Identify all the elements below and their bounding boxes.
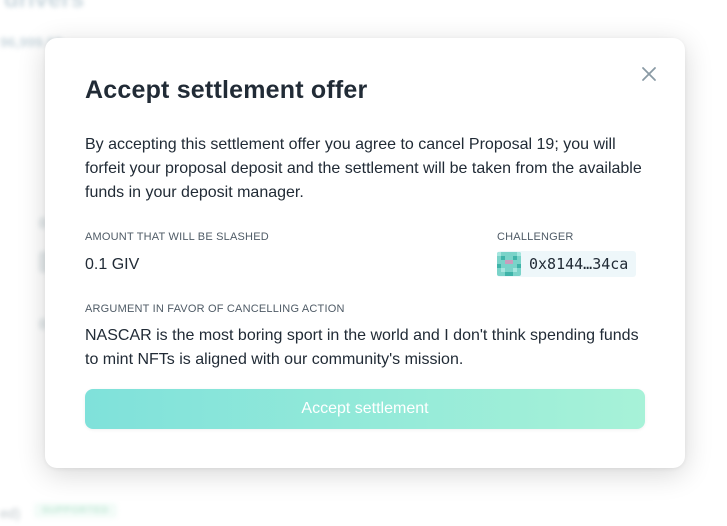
close-icon (642, 67, 656, 81)
amount-label: AMOUNT THAT WILL BE SLASHED (85, 231, 269, 243)
argument-label: ARGUMENT IN FAVOR OF CANCELLING ACTION (85, 303, 345, 315)
accept-settlement-button[interactable]: Accept settlement (85, 389, 645, 429)
amount-value: 0.1 GIV (85, 256, 140, 273)
modal-description: By accepting this settlement offer you a… (85, 136, 642, 201)
background-status-badge: SUPPORTED (34, 503, 117, 518)
background-heading: drivers (4, 0, 84, 14)
challenger-address-badge[interactable]: 0x8144…34ca (497, 251, 637, 277)
challenger-label: CHALLENGER (497, 231, 574, 243)
background-status-text: ed) (0, 505, 21, 521)
challenger-address: 0x8144…34ca (529, 255, 629, 273)
close-button[interactable] (639, 64, 659, 84)
argument-text: NASCAR is the most boring sport in the w… (85, 327, 639, 368)
modal-title: Accept settlement offer (85, 76, 368, 104)
identicon-avatar (497, 252, 521, 276)
settlement-modal: Accept settlement offer By accepting thi… (45, 38, 685, 468)
